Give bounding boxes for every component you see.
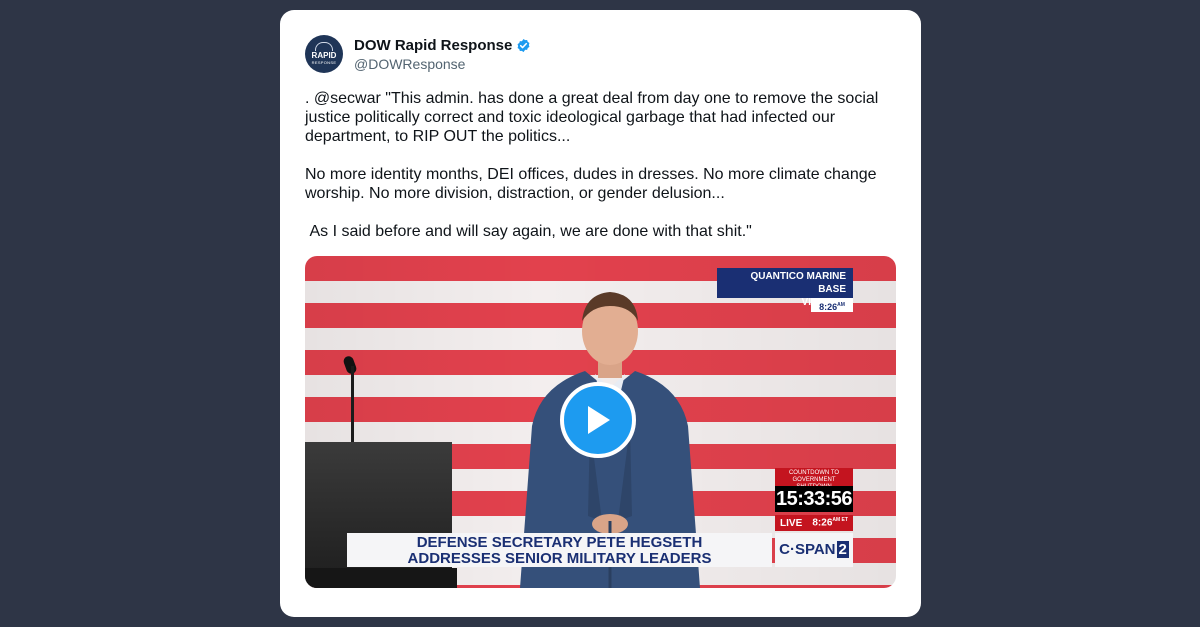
verified-badge-icon bbox=[517, 38, 530, 53]
network-number: 2 bbox=[836, 541, 849, 558]
countdown-label-line1: COUNTDOWN TO bbox=[788, 470, 840, 476]
countdown-clock: 15:33:56 bbox=[775, 486, 853, 512]
chyron-line2: ADDRESSES SENIOR MILITARY LEADERS bbox=[407, 550, 712, 567]
author-handle[interactable]: @DOWResponse bbox=[354, 56, 465, 72]
live-label: LIVE bbox=[780, 517, 803, 529]
author-name[interactable]: DOW Rapid Response bbox=[354, 37, 512, 54]
video-player[interactable]: QUANTICO MARINE BASE VIRGINIA 8:26AM COU… bbox=[305, 256, 896, 588]
news-chyron: DEFENSE SECRETARY PETE HEGSETH ADDRESSES… bbox=[347, 533, 772, 567]
avatar[interactable]: RAPID RESPONSE bbox=[305, 35, 343, 73]
live-time-value: 8:26 bbox=[812, 517, 833, 529]
microphone-stand bbox=[351, 366, 354, 444]
avatar-text-sub: RESPONSE bbox=[311, 60, 337, 65]
avatar-text-main: RAPID bbox=[311, 51, 337, 60]
tweet-card: RAPID RESPONSE DOW Rapid Response @DOWRe… bbox=[280, 10, 921, 617]
live-indicator: LIVE 8:26AM ET bbox=[775, 515, 853, 531]
seal-icon bbox=[315, 42, 333, 51]
live-time: 8:26AM ET bbox=[812, 517, 848, 528]
tweet-text: . @secwar "This admin. has done a great … bbox=[305, 90, 879, 240]
location-time-suffix: AM bbox=[837, 302, 845, 308]
author-name-row[interactable]: DOW Rapid Response bbox=[354, 37, 531, 54]
location-overlay: QUANTICO MARINE BASE VIRGINIA bbox=[717, 268, 853, 308]
location-time-value: 8:26 bbox=[819, 302, 838, 312]
network-name: C·SPAN bbox=[779, 541, 836, 558]
play-button[interactable] bbox=[560, 382, 636, 458]
network-logo: C·SPAN 2 bbox=[775, 533, 853, 567]
countdown-label: COUNTDOWN TO GOVERNMENT SHUTDOWN bbox=[775, 468, 853, 490]
chyron-line1: DEFENSE SECRETARY PETE HEGSETH bbox=[416, 534, 703, 551]
location-line1: QUANTICO MARINE BASE bbox=[750, 271, 846, 295]
live-time-suffix: AM ET bbox=[832, 517, 848, 524]
play-icon bbox=[588, 406, 610, 434]
location-time: 8:26AM bbox=[811, 298, 853, 312]
podium-base bbox=[305, 568, 457, 588]
